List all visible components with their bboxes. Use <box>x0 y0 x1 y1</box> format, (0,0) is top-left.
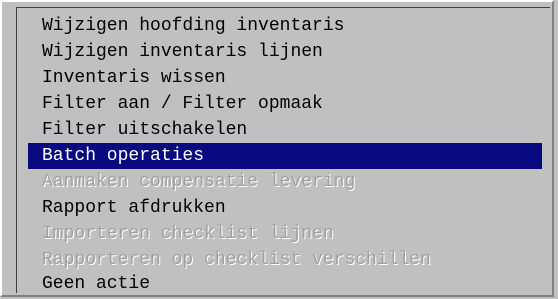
menu-item-rapporteren-checklist-verschillen: Rapporteren op checklist verschillen <box>42 250 431 270</box>
menu-item-wijzigen-hoofding-inventaris[interactable]: Wijzigen hoofding inventaris <box>28 13 542 39</box>
menu-item-inventaris-wissen[interactable]: Inventaris wissen <box>28 65 542 91</box>
menu-item-wijzigen-inventaris-lijnen[interactable]: Wijzigen inventaris lijnen <box>28 39 542 65</box>
menu-item-batch-operaties[interactable]: Batch operaties <box>28 143 542 169</box>
menu-item-importeren-checklist-lijnen: Importeren checklist lijnen <box>42 224 334 244</box>
menu-item-geen-actie[interactable]: Geen actie <box>28 271 542 297</box>
menu-item-filter-aan-opmaak[interactable]: Filter aan / Filter opmaak <box>28 91 542 117</box>
context-menu: Wijzigen hoofding inventaris Wijzigen in… <box>0 0 554 297</box>
menu-item-filter-uitschakelen[interactable]: Filter uitschakelen <box>28 117 542 143</box>
menu-item-rapport-afdrukken[interactable]: Rapport afdrukken <box>28 195 542 221</box>
menu-item-aanmaken-compensatie-levering: Aanmaken compensatie levering <box>42 172 356 192</box>
